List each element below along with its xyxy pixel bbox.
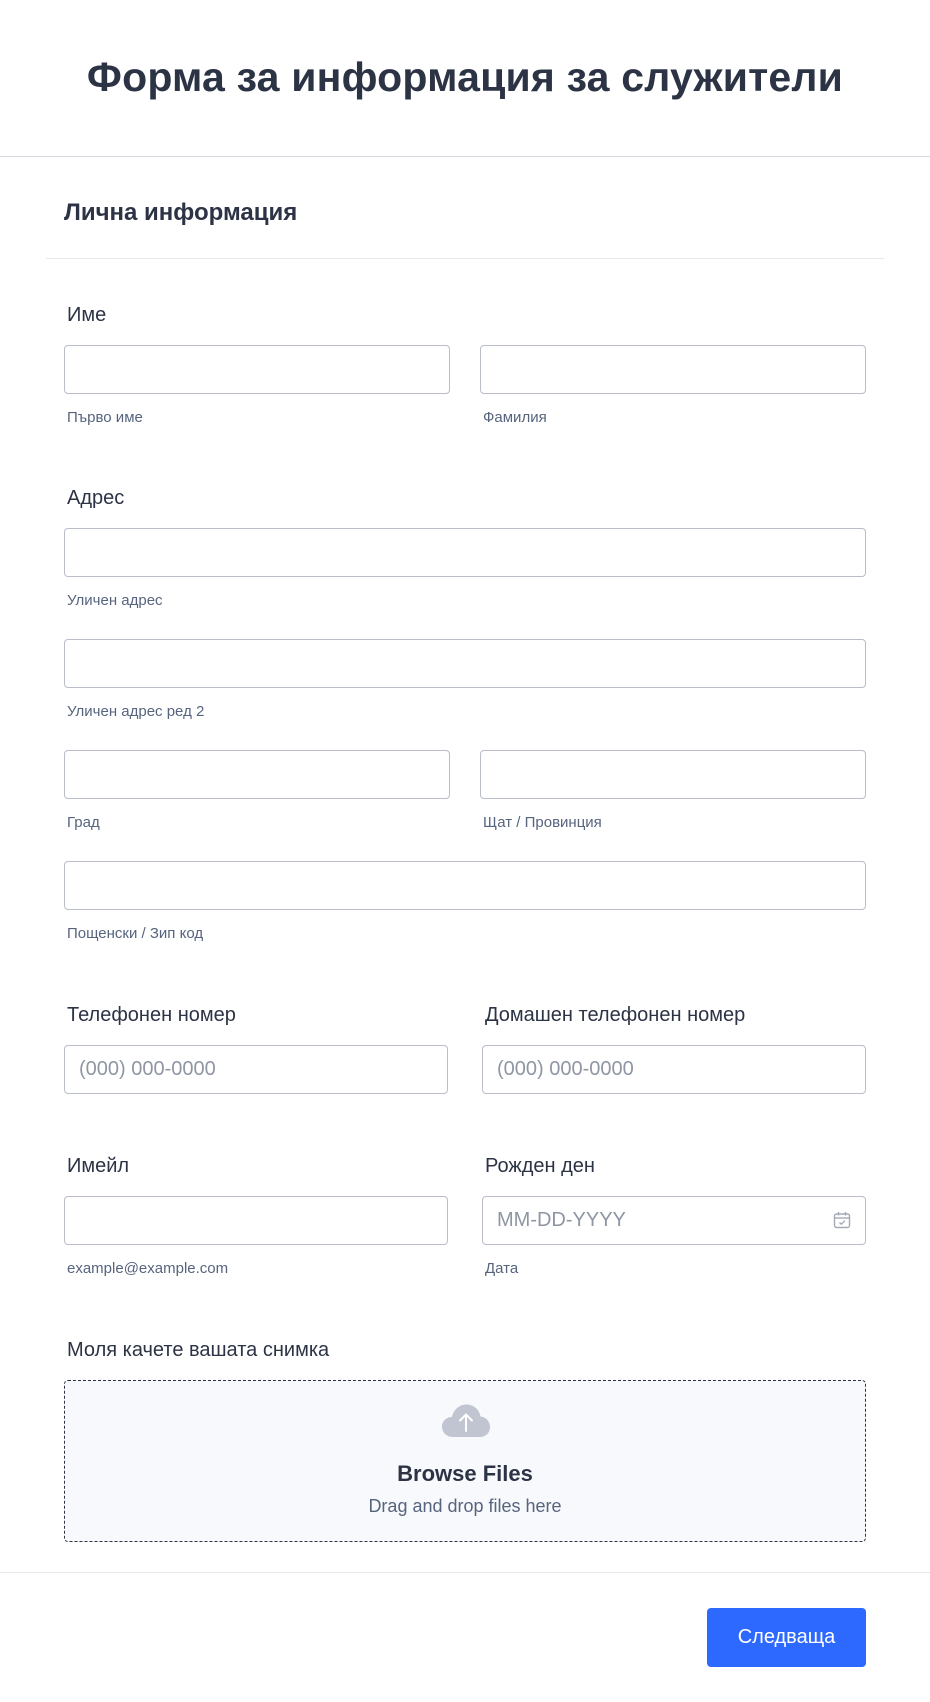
section-title: Лична информация: [64, 199, 298, 226]
file-dropzone[interactable]: Browse Files Drag and drop files here: [64, 1380, 866, 1542]
first-name-sublabel: Първо име: [67, 409, 143, 426]
address-label: Адрес: [67, 487, 125, 509]
street-address-sublabel: Уличен адрес: [67, 592, 163, 609]
city-input[interactable]: [64, 750, 450, 799]
street-address-2-input[interactable]: [64, 639, 866, 688]
first-name-input[interactable]: [64, 345, 450, 394]
birthday-placeholder: MM-DD-YYYY: [497, 1209, 626, 1231]
last-name-input[interactable]: [480, 345, 866, 394]
next-button[interactable]: Следваща: [707, 1608, 866, 1667]
birthday-label: Рожден ден: [485, 1155, 595, 1177]
home-phone-input[interactable]: (000) 000-0000: [482, 1045, 866, 1094]
street-address-2-sublabel: Уличен адрес ред 2: [67, 703, 205, 720]
form-title: Форма за информация за служители: [86, 53, 844, 100]
calendar-icon[interactable]: [833, 1211, 851, 1229]
phone-input[interactable]: (000) 000-0000: [64, 1045, 448, 1094]
footer-divider: [0, 1572, 930, 1573]
birthday-sublabel: Дата: [485, 1260, 519, 1277]
browse-files-label[interactable]: Browse Files: [65, 1461, 865, 1487]
upload-label: Моля качете вашата снимка: [67, 1339, 330, 1361]
drag-drop-hint: Drag and drop files here: [368, 1496, 562, 1516]
cloud-upload-icon: [442, 1404, 490, 1437]
home-phone-label: Домашен телефонен номер: [485, 1004, 746, 1026]
email-sublabel: example@example.com: [67, 1260, 229, 1277]
home-phone-placeholder: (000) 000-0000: [497, 1058, 634, 1080]
name-label: Име: [67, 304, 107, 326]
last-name-sublabel: Фамилия: [483, 409, 547, 426]
email-label: Имейл: [67, 1155, 130, 1177]
phone-placeholder: (000) 000-0000: [79, 1058, 216, 1080]
zip-code-sublabel: Пощенски / Зип код: [67, 925, 204, 942]
state-sublabel: Щат / Провинция: [483, 814, 602, 831]
form-header: Форма за информация за служители: [0, 0, 930, 157]
email-input[interactable]: [64, 1196, 448, 1245]
state-input[interactable]: [480, 750, 866, 799]
section-header: Лична информация: [46, 157, 884, 259]
form-page: Форма за информация за служители Лична и…: [0, 0, 930, 1702]
zip-code-input[interactable]: [64, 861, 866, 910]
street-address-input[interactable]: [64, 528, 866, 577]
birthday-input[interactable]: MM-DD-YYYY: [482, 1196, 866, 1245]
phone-label: Телефонен номер: [67, 1004, 236, 1026]
city-sublabel: Град: [67, 814, 100, 831]
